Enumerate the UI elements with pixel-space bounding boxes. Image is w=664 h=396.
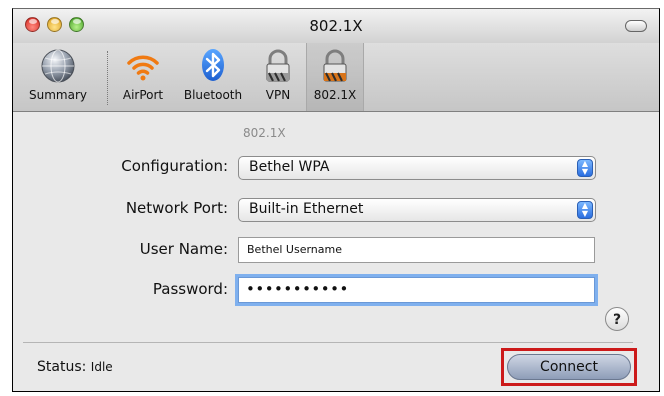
network-port-popup[interactable]: Built-in Ethernet ▲ ▼ bbox=[238, 198, 596, 222]
toolbar-item-label: Bluetooth bbox=[183, 88, 243, 102]
toolbar-item-summary[interactable]: Summary bbox=[21, 47, 95, 102]
configuration-value: Bethel WPA bbox=[249, 159, 330, 175]
preferences-window: 802.1X Summary AirPort Bluetooth VPN 802… bbox=[12, 8, 660, 392]
window-title: 802.1X bbox=[309, 17, 363, 35]
bluetooth-icon bbox=[194, 47, 232, 85]
configuration-label: Configuration: bbox=[121, 157, 228, 175]
lock-striped-icon bbox=[316, 47, 354, 85]
status-label: Status: bbox=[37, 359, 87, 375]
connect-button[interactable]: Connect bbox=[507, 354, 631, 380]
toolbar-toggle-button[interactable] bbox=[625, 20, 647, 32]
globe-icon bbox=[39, 47, 77, 85]
toolbar-item-label: AirPort bbox=[122, 88, 164, 102]
toolbar: Summary AirPort Bluetooth VPN 802.1X bbox=[13, 43, 659, 112]
user-name-field[interactable]: Bethel Username bbox=[238, 237, 595, 263]
network-port-label: Network Port: bbox=[125, 199, 228, 217]
user-name-value: Bethel Username bbox=[247, 243, 342, 256]
network-port-value: Built-in Ethernet bbox=[249, 201, 364, 217]
divider bbox=[23, 342, 633, 343]
password-label: Password: bbox=[152, 280, 228, 298]
popup-arrows-icon: ▲ ▼ bbox=[577, 159, 593, 177]
help-button[interactable]: ? bbox=[605, 307, 629, 331]
configuration-popup[interactable]: Bethel WPA ▲ ▼ bbox=[238, 156, 596, 180]
popup-arrows-icon: ▲ ▼ bbox=[577, 201, 593, 219]
status-value: Idle bbox=[90, 360, 113, 374]
status-text: Status: Idle bbox=[37, 359, 113, 375]
toolbar-separator bbox=[107, 51, 108, 105]
toolbar-item-vpn[interactable]: VPN bbox=[257, 47, 299, 102]
toolbar-item-label: 802.1X bbox=[313, 88, 357, 102]
section-label: 802.1X bbox=[243, 126, 286, 140]
toolbar-item-bluetooth[interactable]: Bluetooth bbox=[179, 47, 247, 102]
password-value: ••••••••••• bbox=[246, 280, 349, 298]
toolbar-item-label: Summary bbox=[29, 88, 87, 102]
title-bar[interactable]: 802.1X bbox=[13, 9, 659, 43]
user-name-label: User Name: bbox=[139, 240, 228, 258]
password-field[interactable]: ••••••••••• bbox=[238, 277, 595, 303]
wifi-icon bbox=[124, 47, 162, 85]
toolbar-item-label: VPN bbox=[265, 88, 291, 102]
toolbar-item-airport[interactable]: AirPort bbox=[117, 47, 169, 102]
lock-icon bbox=[259, 47, 297, 85]
settings-panel: 802.1X Configuration: Bethel WPA ▲ ▼ Netw… bbox=[13, 112, 659, 391]
toolbar-item-802-1x[interactable]: 802.1X bbox=[306, 47, 364, 102]
